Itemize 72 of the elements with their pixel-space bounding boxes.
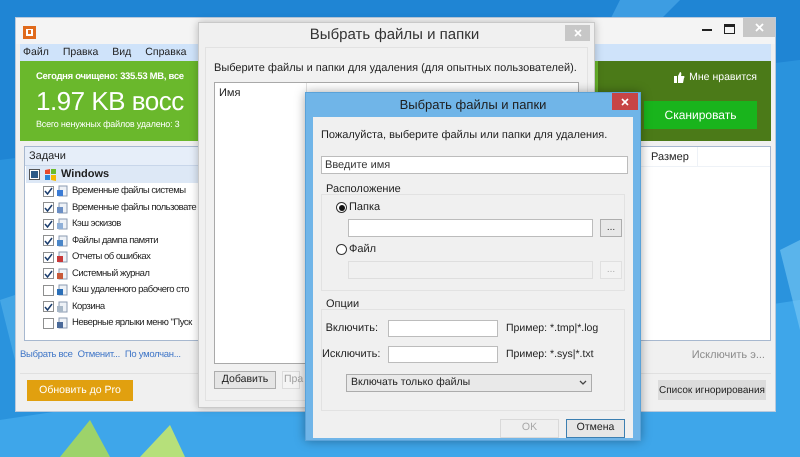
minimize-icon[interactable] (702, 28, 712, 32)
dialog-description: Выберите файлы и папки для удаления (для опытных пользователей). (214, 61, 578, 74)
file-icon (57, 185, 69, 198)
cleaned-today-text: Сегодня очищено: 335.53 MB, все (36, 70, 184, 84)
file-icon (57, 284, 69, 296)
group-checkbox[interactable] (29, 169, 40, 180)
menu-item[interactable]: Вид (112, 44, 132, 60)
filter-field[interactable] (388, 346, 498, 363)
checkbox[interactable] (43, 268, 54, 280)
thumbs-up-icon (674, 72, 686, 84)
link[interactable]: По умолчан... (124, 348, 181, 362)
checkbox[interactable] (43, 284, 54, 296)
close-icon (754, 23, 764, 32)
checkbox[interactable] (43, 301, 54, 312)
recovered-size: 1.97 KB восс (36, 85, 184, 118)
group-label: Опции (325, 296, 360, 308)
dialog-title: Выбрать файлы и папки (398, 96, 548, 114)
file-icon (57, 268, 69, 280)
like-button[interactable]: Мне нравится (674, 70, 757, 86)
task-label: Системный журнал (72, 266, 150, 281)
checkbox[interactable] (43, 218, 54, 230)
task-label: Отчеты об ошибках (72, 250, 150, 264)
example-text: Пример: *.sys|*.txt (506, 346, 594, 362)
menu-item[interactable]: Файл (23, 44, 49, 60)
group-label: Расположение (325, 182, 401, 194)
task-label: Кэш эскизов (72, 217, 121, 232)
task-label: Неверные ярлыки меню "Пуск (72, 316, 192, 330)
checkbox[interactable] (43, 252, 54, 263)
task-label: Кэш удаленного рабочего сто (72, 283, 189, 298)
task-label: Корзина (72, 300, 105, 314)
close-icon (621, 98, 629, 106)
dialog-description: Пожалуйста, выберите файлы или папки для удаления. (321, 128, 608, 143)
field-label: Включить: (324, 321, 379, 336)
name-field[interactable]: Введите имя (321, 156, 628, 174)
file-icon (57, 218, 69, 230)
checkbox[interactable] (43, 186, 54, 197)
link[interactable]: Выбрать все (20, 348, 73, 362)
radio-button[interactable] (336, 202, 347, 213)
app-icon[interactable] (23, 26, 36, 39)
mode-dropdown[interactable]: Включать только файлы (346, 374, 592, 392)
browse-button[interactable]: ... (600, 218, 622, 236)
checkbox[interactable] (43, 202, 54, 214)
task-label: Временные файлы системы (72, 184, 186, 198)
option-label[interactable]: Папка (349, 199, 380, 216)
task-label: Файлы дампа памяти (72, 234, 158, 248)
file-icon (57, 234, 69, 247)
column-header[interactable]: Размер (649, 147, 698, 166)
close-icon (574, 29, 582, 37)
link[interactable]: Отменит... (78, 348, 120, 362)
file-icon (57, 202, 69, 214)
file-icon (57, 300, 69, 313)
dialog-title: Выбрать файлы и папки (308, 25, 480, 45)
caret-icon (579, 380, 587, 385)
checkbox[interactable] (43, 235, 54, 246)
field-label: Исключить: (322, 347, 382, 362)
example-text: Пример: *.tmp|*.log (506, 320, 598, 336)
menu-item[interactable]: Справка (145, 44, 186, 60)
group-label: Windows (61, 167, 110, 182)
menu-item[interactable]: Правка (62, 44, 98, 60)
windows-logo-icon (44, 168, 57, 180)
file-icon (57, 251, 69, 264)
filter-field[interactable] (388, 320, 498, 337)
file-icon (57, 317, 69, 330)
dialog-button[interactable]: Добавить (214, 371, 276, 389)
total-removed-text: Всего ненужных файлов удалено: 3 (36, 118, 180, 132)
close-button[interactable] (612, 93, 638, 110)
checkbox[interactable] (43, 318, 54, 329)
dialog-button[interactable]: Отмена (566, 418, 625, 438)
ignore-list-button[interactable]: Список игнорирования (658, 380, 766, 400)
task-label: Временные файлы пользовате (72, 200, 196, 215)
maximize-icon[interactable] (724, 24, 735, 34)
path-field[interactable] (348, 218, 593, 236)
